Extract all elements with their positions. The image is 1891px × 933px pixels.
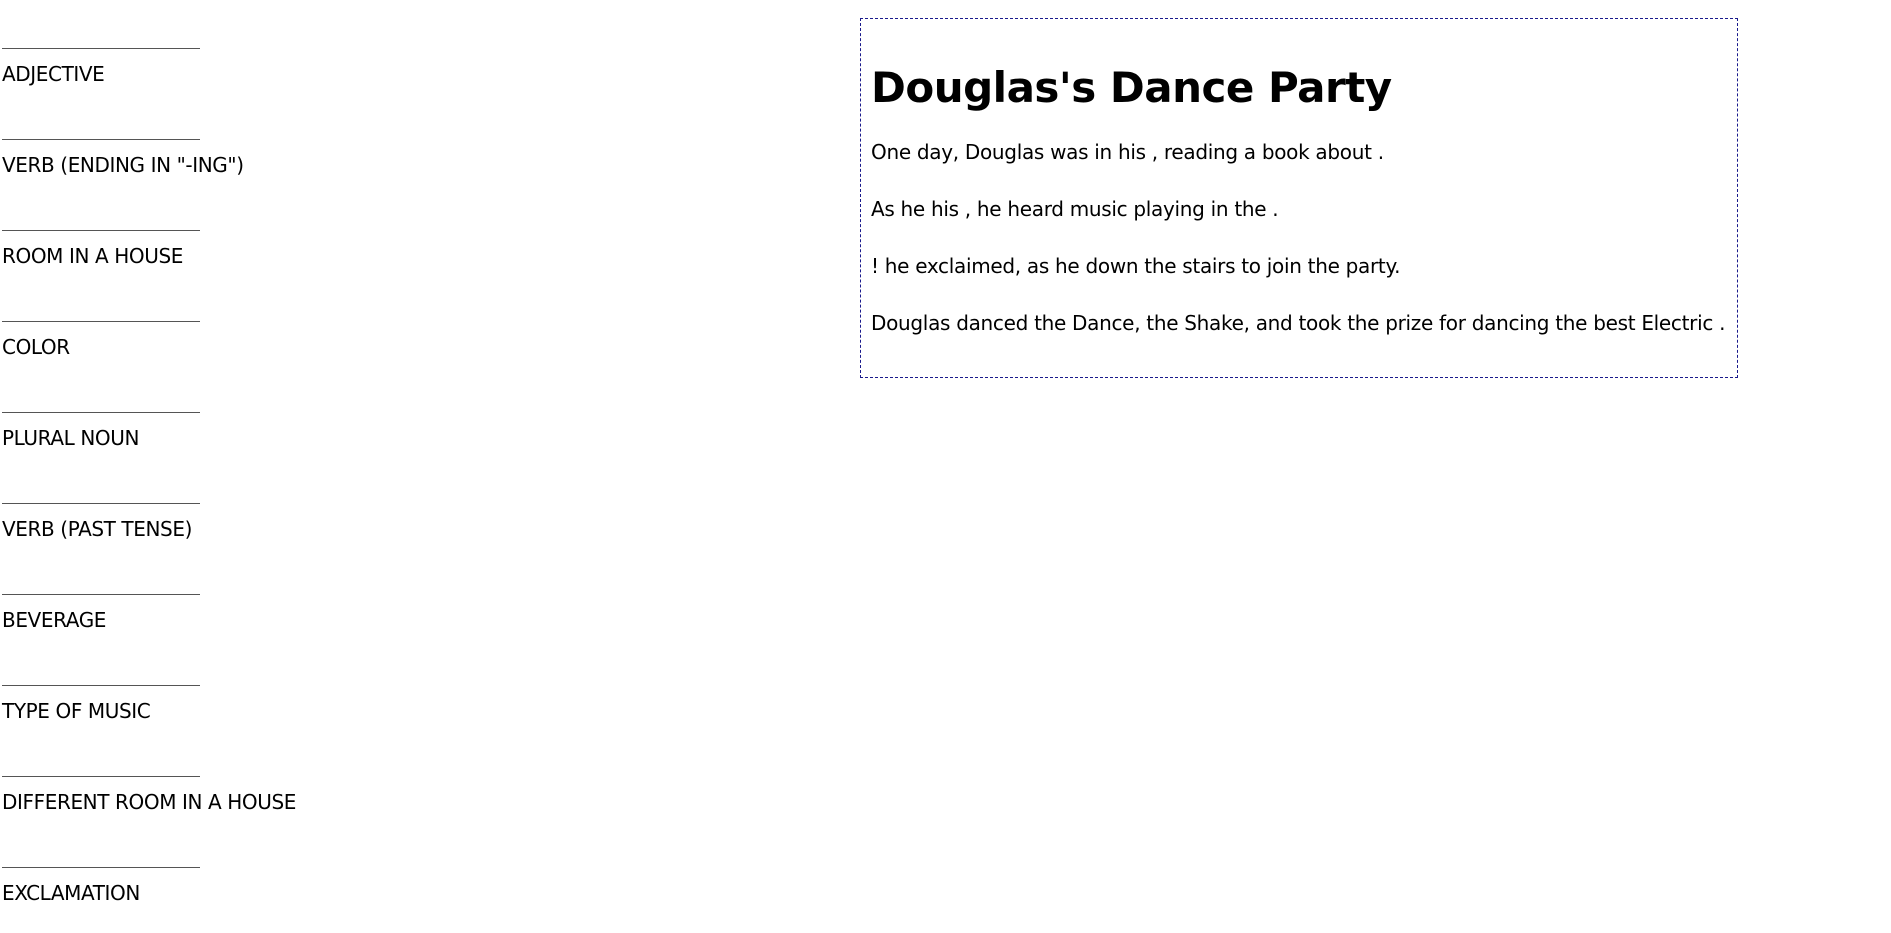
- blank-label: PLURAL NOUN: [2, 426, 140, 450]
- blank-field: COLOR: [2, 273, 422, 364]
- story-paragraph: As he his , he heard music playing in th…: [871, 197, 1279, 221]
- blank-field: ROOM IN A HOUSE: [2, 182, 422, 273]
- blank-line[interactable]: [2, 594, 200, 595]
- story-panel: Douglas's Dance Party One day, Douglas w…: [860, 18, 1738, 378]
- blank-line[interactable]: [2, 412, 200, 413]
- blank-line[interactable]: [2, 776, 200, 777]
- blank-line[interactable]: [2, 685, 200, 686]
- story-title: Douglas's Dance Party: [871, 63, 1392, 112]
- blank-line[interactable]: [2, 503, 200, 504]
- blank-field: ADJECTIVE: [2, 0, 422, 91]
- blank-label: DIFFERENT ROOM IN A HOUSE: [2, 790, 297, 814]
- blank-line[interactable]: [2, 48, 200, 49]
- story-paragraph: One day, Douglas was in his , reading a …: [871, 140, 1384, 164]
- blank-label: TYPE OF MUSIC: [2, 699, 151, 723]
- blank-label: COLOR: [2, 335, 70, 359]
- story-paragraph: ! he exclaimed, as he down the stairs to…: [871, 254, 1401, 278]
- blank-label: VERB (ENDING IN "-ING"): [2, 153, 244, 177]
- blank-label: VERB (PAST TENSE): [2, 517, 192, 541]
- blank-line[interactable]: [2, 139, 200, 140]
- blank-field: VERB (PAST TENSE): [2, 455, 422, 546]
- blank-label: ADJECTIVE: [2, 62, 105, 86]
- blank-line[interactable]: [2, 230, 200, 231]
- blank-field: PLURAL NOUN: [2, 364, 422, 455]
- blank-field: BEVERAGE: [2, 546, 422, 637]
- word-blanks-list: ADJECTIVE VERB (ENDING IN "-ING") ROOM I…: [2, 0, 422, 910]
- blank-field: TYPE OF MUSIC: [2, 637, 422, 728]
- blank-label: ROOM IN A HOUSE: [2, 244, 184, 268]
- blank-line[interactable]: [2, 321, 200, 322]
- blank-field: VERB (ENDING IN "-ING"): [2, 91, 422, 182]
- blank-field: DIFFERENT ROOM IN A HOUSE: [2, 728, 422, 819]
- story-paragraph: Douglas danced the Dance, the Shake, and…: [871, 311, 1726, 335]
- blank-label: BEVERAGE: [2, 608, 107, 632]
- blank-field: EXCLAMATION: [2, 819, 422, 910]
- blank-label: EXCLAMATION: [2, 881, 140, 905]
- blank-line[interactable]: [2, 867, 200, 868]
